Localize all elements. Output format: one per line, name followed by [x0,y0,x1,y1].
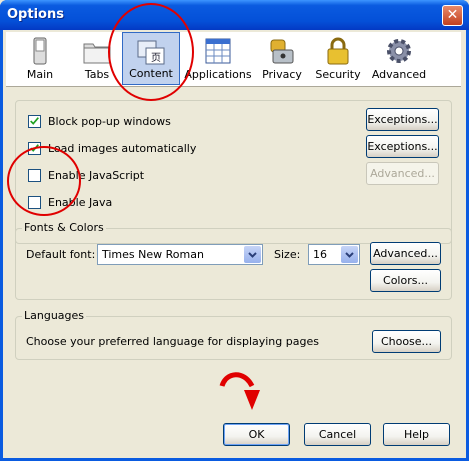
fonts-advanced-button[interactable]: Advanced... [370,242,441,265]
languages-group: Languages Choose your preferred language… [15,309,452,360]
gear-icon [387,39,411,63]
applications-grid-icon [205,38,231,64]
pane-label: Applications [184,68,252,81]
fonts-colors-group: Fonts & Colors Default font: Times New R… [15,221,452,300]
pane-main[interactable]: Main [8,32,72,85]
help-button[interactable]: Help [383,423,450,446]
block-popups-label[interactable]: Block pop-up windows [48,115,171,128]
choose-language-button[interactable]: Choose... [372,330,441,353]
check-mark-icon [30,117,39,125]
pane-label: Main [26,68,54,81]
fonts-colors-legend: Fonts & Colors [22,221,106,234]
annotation-arrow-icon [219,372,260,410]
close-icon: ✕ [446,7,459,23]
cancel-button[interactable]: Cancel [304,423,371,446]
switch-icon [33,37,47,65]
title-bar[interactable]: Options ✕ [0,0,469,30]
languages-legend: Languages [22,309,87,322]
colors-button[interactable]: Colors... [370,269,441,292]
ok-button[interactable]: OK [223,423,290,446]
pane-security[interactable]: Security [310,32,366,85]
pane-toolbar: Main Tabs 页 Content Applications Privacy… [6,32,461,87]
default-font-value: Times New Roman [102,248,204,261]
images-exceptions-button[interactable]: Exceptions... [366,135,439,158]
pane-label: Advanced [371,68,427,81]
chevron-down-icon [244,246,261,263]
options-window: Options ✕ Main Tabs 页 Content Applicatio… [0,0,469,461]
load-images-label[interactable]: Load images automatically [48,142,196,155]
languages-description: Choose your preferred language for displ… [26,335,319,348]
pane-label: Security [315,68,361,81]
close-button[interactable]: ✕ [442,5,463,26]
pane-advanced[interactable]: Advanced [368,32,430,85]
padlock-icon [327,37,349,65]
annotation-circle-content [108,3,194,101]
chevron-down-icon [341,246,358,263]
pane-label: Privacy [262,68,302,81]
pane-privacy[interactable]: Privacy [256,32,308,85]
default-font-label: Default font: [26,248,96,261]
popup-exceptions-button[interactable]: Exceptions... [366,108,439,131]
annotation-circle-checkboxes [7,146,81,216]
javascript-advanced-button[interactable]: Advanced... [366,162,439,185]
block-popups-checkbox[interactable] [28,115,41,128]
font-size-select[interactable]: 16 [308,244,360,265]
default-font-select[interactable]: Times New Roman [97,244,263,265]
window-title: Options [7,7,64,22]
font-size-label: Size: [274,248,301,261]
key-icon [270,39,294,64]
font-size-value: 16 [313,248,327,261]
